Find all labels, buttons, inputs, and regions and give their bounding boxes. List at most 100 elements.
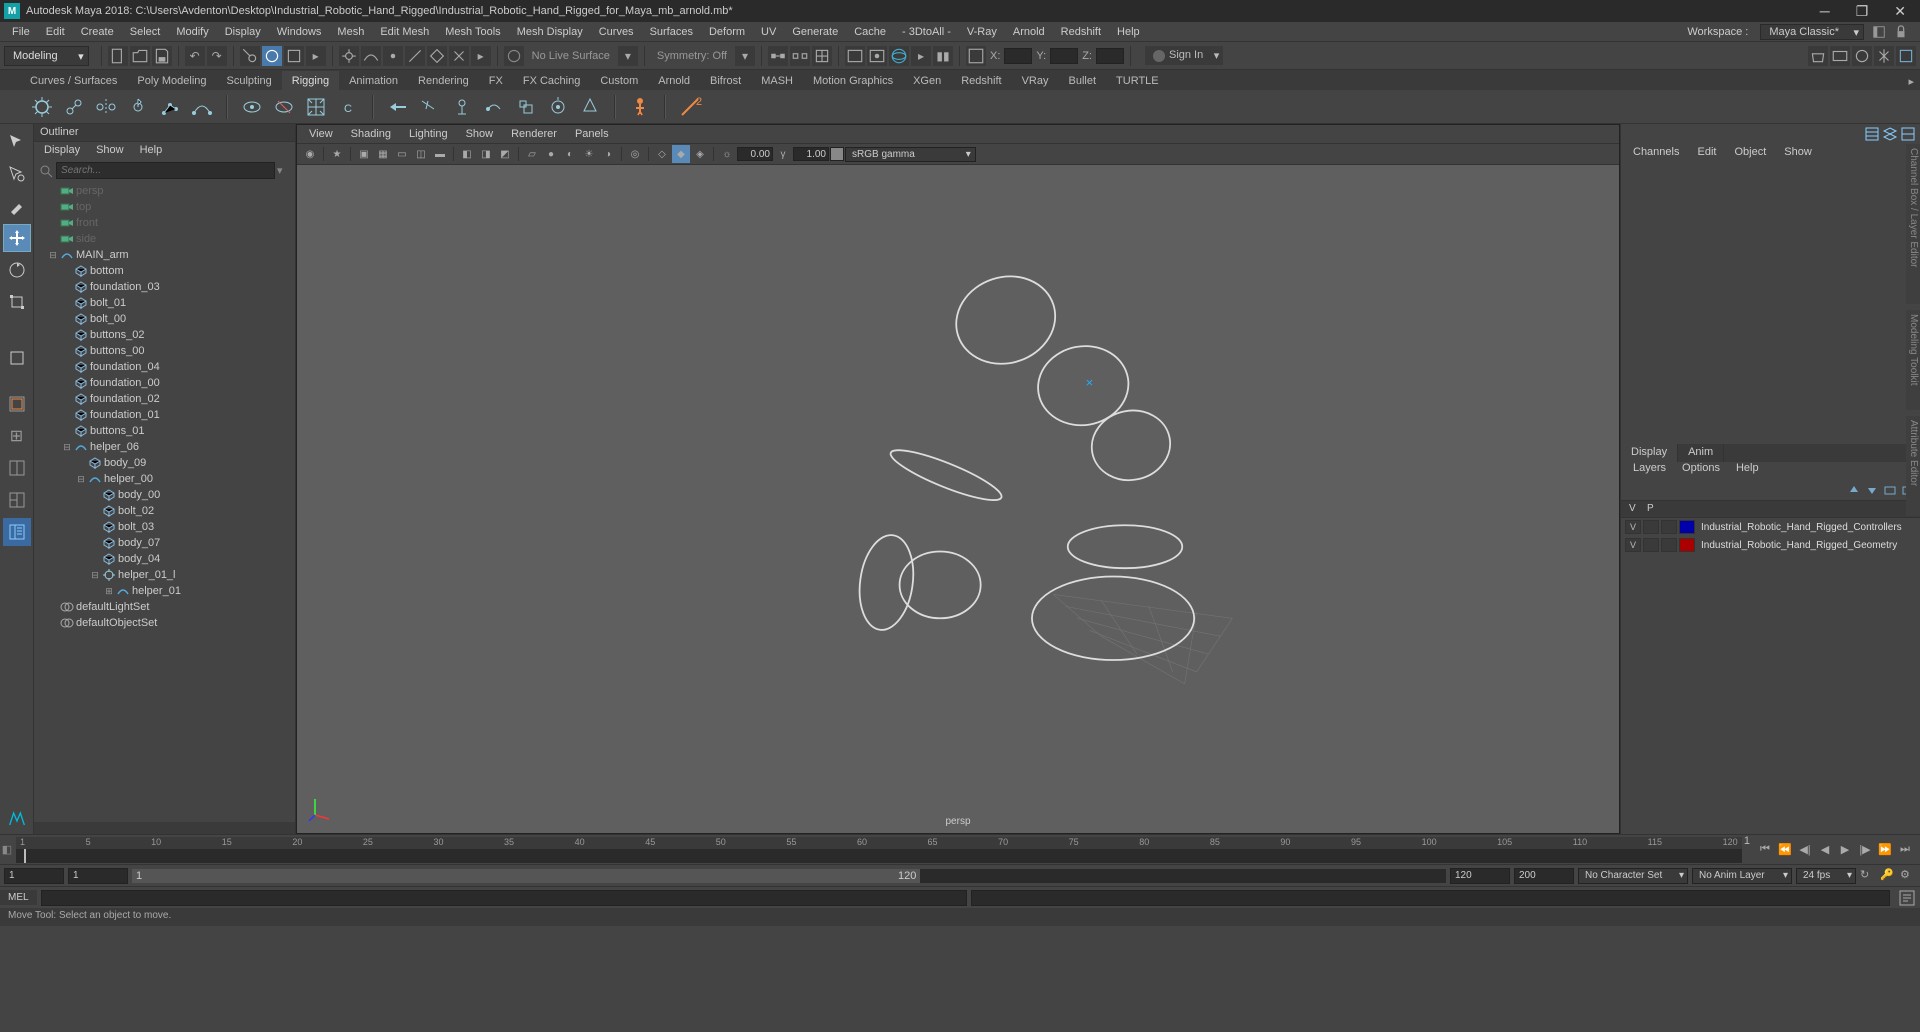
layer-menu-options[interactable]: Options: [1674, 462, 1728, 480]
shelf-tab[interactable]: TURTLE: [1106, 71, 1169, 90]
outliner-item[interactable]: ⊟helper_01_l: [34, 567, 295, 583]
outliner-item[interactable]: foundation_02: [34, 391, 295, 407]
menu-curves[interactable]: Curves: [591, 24, 642, 40]
play-back-icon[interactable]: ◀: [1816, 841, 1834, 859]
mirror-joint-icon[interactable]: [92, 93, 120, 121]
layer-type[interactable]: [1661, 520, 1677, 534]
dropdown-icon[interactable]: ▾: [735, 46, 755, 66]
layout-two-icon[interactable]: [3, 454, 31, 482]
cluster-icon[interactable]: C: [334, 93, 362, 121]
outliner-item[interactable]: foundation_03: [34, 279, 295, 295]
menu-modify[interactable]: Modify: [168, 24, 216, 40]
shelf-tab[interactable]: Arnold: [648, 71, 700, 90]
range-end-inner[interactable]: [1450, 868, 1510, 884]
menu-select[interactable]: Select: [122, 24, 169, 40]
fps-dropdown[interactable]: 24 fps: [1796, 868, 1856, 884]
snap-toggle-icon[interactable]: ▸: [471, 46, 491, 66]
outliner-item[interactable]: side: [34, 231, 295, 247]
layer-type[interactable]: [1661, 538, 1677, 552]
shelf-tab[interactable]: FX Caching: [513, 71, 590, 90]
xray-joints-icon[interactable]: ◆: [672, 145, 690, 163]
outliner-item[interactable]: body_07: [34, 535, 295, 551]
outliner-item[interactable]: defaultLightSet: [34, 599, 295, 615]
range-end-outer[interactable]: [1514, 868, 1574, 884]
cb-menu-object[interactable]: Object: [1726, 144, 1774, 164]
wireframe-icon[interactable]: ▱: [523, 145, 541, 163]
timeslider-track[interactable]: 1510152025303540455055606570758085909510…: [16, 837, 1742, 862]
layer-tab-display[interactable]: Display: [1621, 444, 1678, 462]
shelf-tab[interactable]: Poly Modeling: [127, 71, 216, 90]
use-lights-icon[interactable]: ☀: [580, 145, 598, 163]
redo-icon[interactable]: ↷: [207, 46, 227, 66]
layer-row[interactable]: V Industrial_Robotic_Hand_Rigged_Control…: [1621, 518, 1920, 536]
outliner-item[interactable]: bolt_03: [34, 519, 295, 535]
move-tool-icon[interactable]: [3, 224, 31, 252]
animlayer-dropdown[interactable]: No Anim Layer: [1692, 868, 1792, 884]
script-editor-icon[interactable]: [1898, 889, 1916, 907]
outliner-item[interactable]: foundation_00: [34, 375, 295, 391]
menu-3dtoall[interactable]: - 3DtoAll -: [894, 24, 959, 40]
move-down-icon[interactable]: [1864, 482, 1880, 498]
render-setup-icon[interactable]: [1830, 46, 1850, 66]
menu-editmesh[interactable]: Edit Mesh: [372, 24, 437, 40]
menu-generate[interactable]: Generate: [784, 24, 846, 40]
shadows-icon[interactable]: ◑: [599, 145, 617, 163]
panel-layout-icon[interactable]: [966, 46, 986, 66]
insert-joint-icon[interactable]: [60, 93, 88, 121]
outliner-item[interactable]: ⊟helper_00: [34, 471, 295, 487]
viewport-canvas[interactable]: × persp: [297, 165, 1619, 833]
prefs-icon[interactable]: ⚙: [1900, 868, 1916, 884]
layout-single-icon[interactable]: [3, 390, 31, 418]
select-by-hierarchy-icon[interactable]: [240, 46, 260, 66]
menu-file[interactable]: File: [4, 24, 38, 40]
layer-visible[interactable]: V: [1625, 538, 1641, 552]
menu-mesh[interactable]: Mesh: [329, 24, 372, 40]
exposure-icon[interactable]: ☼: [718, 145, 736, 163]
bookmark-icon[interactable]: ★: [328, 145, 346, 163]
charset-dropdown[interactable]: No Character Set: [1578, 868, 1688, 884]
ik-spline-icon[interactable]: [188, 93, 216, 121]
search-filter-icon[interactable]: ▾: [277, 164, 291, 177]
goto-start-icon[interactable]: ⏮: [1756, 841, 1774, 859]
command-input[interactable]: [41, 890, 968, 906]
snap-curve-icon[interactable]: [361, 46, 381, 66]
shelf-tab[interactable]: Animation: [339, 71, 408, 90]
isolate-icon[interactable]: ◎: [626, 145, 644, 163]
history-in-icon[interactable]: [768, 46, 788, 66]
move-up-icon[interactable]: [1846, 482, 1862, 498]
menu-arnold[interactable]: Arnold: [1005, 24, 1053, 40]
step-back-icon[interactable]: ◀|: [1796, 841, 1814, 859]
outliner-tree[interactable]: persptopfrontside⊟MAIN_armbottomfoundati…: [34, 181, 295, 822]
vp-menu-panels[interactable]: Panels: [567, 128, 617, 140]
menu-meshtools[interactable]: Mesh Tools: [437, 24, 508, 40]
skin-bind-icon[interactable]: [238, 93, 266, 121]
blend-shape-icon[interactable]: [384, 93, 412, 121]
menu-deform[interactable]: Deform: [701, 24, 753, 40]
quick-rig-icon[interactable]: 2: [676, 93, 704, 121]
xray-icon[interactable]: ◇: [653, 145, 671, 163]
range-start-outer[interactable]: [4, 868, 64, 884]
maya-logo-icon[interactable]: [2, 804, 32, 834]
content-browser-icon[interactable]: [1896, 46, 1916, 66]
z-input[interactable]: [1096, 48, 1124, 64]
step-fwd-key-icon[interactable]: ⏩: [1876, 841, 1894, 859]
menu-meshdisplay[interactable]: Mesh Display: [509, 24, 591, 40]
outliner-item[interactable]: front: [34, 215, 295, 231]
select-tool-icon[interactable]: [3, 128, 31, 156]
step-fwd-icon[interactable]: |▶: [1856, 841, 1874, 859]
constraint-orient-icon[interactable]: [480, 93, 508, 121]
layer-playback[interactable]: [1643, 538, 1659, 552]
xray-components-icon[interactable]: ◈: [691, 145, 709, 163]
menu-redshift[interactable]: Redshift: [1053, 24, 1109, 40]
select-camera-icon[interactable]: ◉: [301, 145, 319, 163]
vp-menu-lighting[interactable]: Lighting: [401, 128, 456, 140]
camera-icon[interactable]: ▣: [355, 145, 373, 163]
menu-help[interactable]: Help: [1109, 24, 1148, 40]
side-tab-modeling[interactable]: Modeling Toolkit: [1906, 310, 1920, 410]
render-pause-icon[interactable]: ▮▮: [933, 46, 953, 66]
range-track[interactable]: 1120: [132, 869, 1446, 883]
workspace-dropdown[interactable]: Maya Classic*: [1760, 24, 1864, 40]
constraint-scale-icon[interactable]: [512, 93, 540, 121]
constraint-parent-icon[interactable]: [416, 93, 444, 121]
cb-menu-show[interactable]: Show: [1776, 144, 1820, 164]
